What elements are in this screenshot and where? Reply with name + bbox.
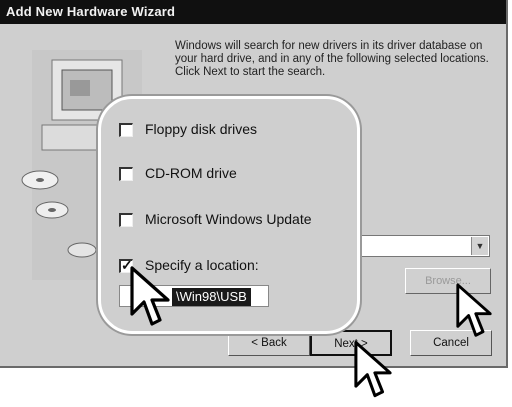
mouse-pointer-icon [130, 266, 170, 326]
window-title: Add New Hardware Wizard [6, 4, 176, 19]
location-combo[interactable]: ▼ [360, 235, 490, 257]
wizard-description: Windows will search for new drivers in i… [175, 40, 489, 78]
floppy-label: Floppy disk drives [145, 121, 258, 137]
chevron-down-icon[interactable]: ▼ [471, 237, 488, 255]
title-bar: Add New Hardware Wizard [0, 0, 506, 24]
mouse-pointer-icon [354, 340, 392, 398]
windows-update-checkbox[interactable] [119, 213, 133, 227]
cdrom-label: CD-ROM drive [145, 165, 237, 181]
location-value: \Win98\USB [172, 288, 251, 306]
cdrom-checkbox[interactable] [119, 167, 133, 181]
wizard-window: Add New Hardware Wizard Windows will sea… [0, 0, 508, 368]
mouse-pointer-icon [456, 283, 492, 337]
floppy-checkbox[interactable] [119, 123, 133, 137]
windows-update-label: Microsoft Windows Update [145, 211, 312, 227]
